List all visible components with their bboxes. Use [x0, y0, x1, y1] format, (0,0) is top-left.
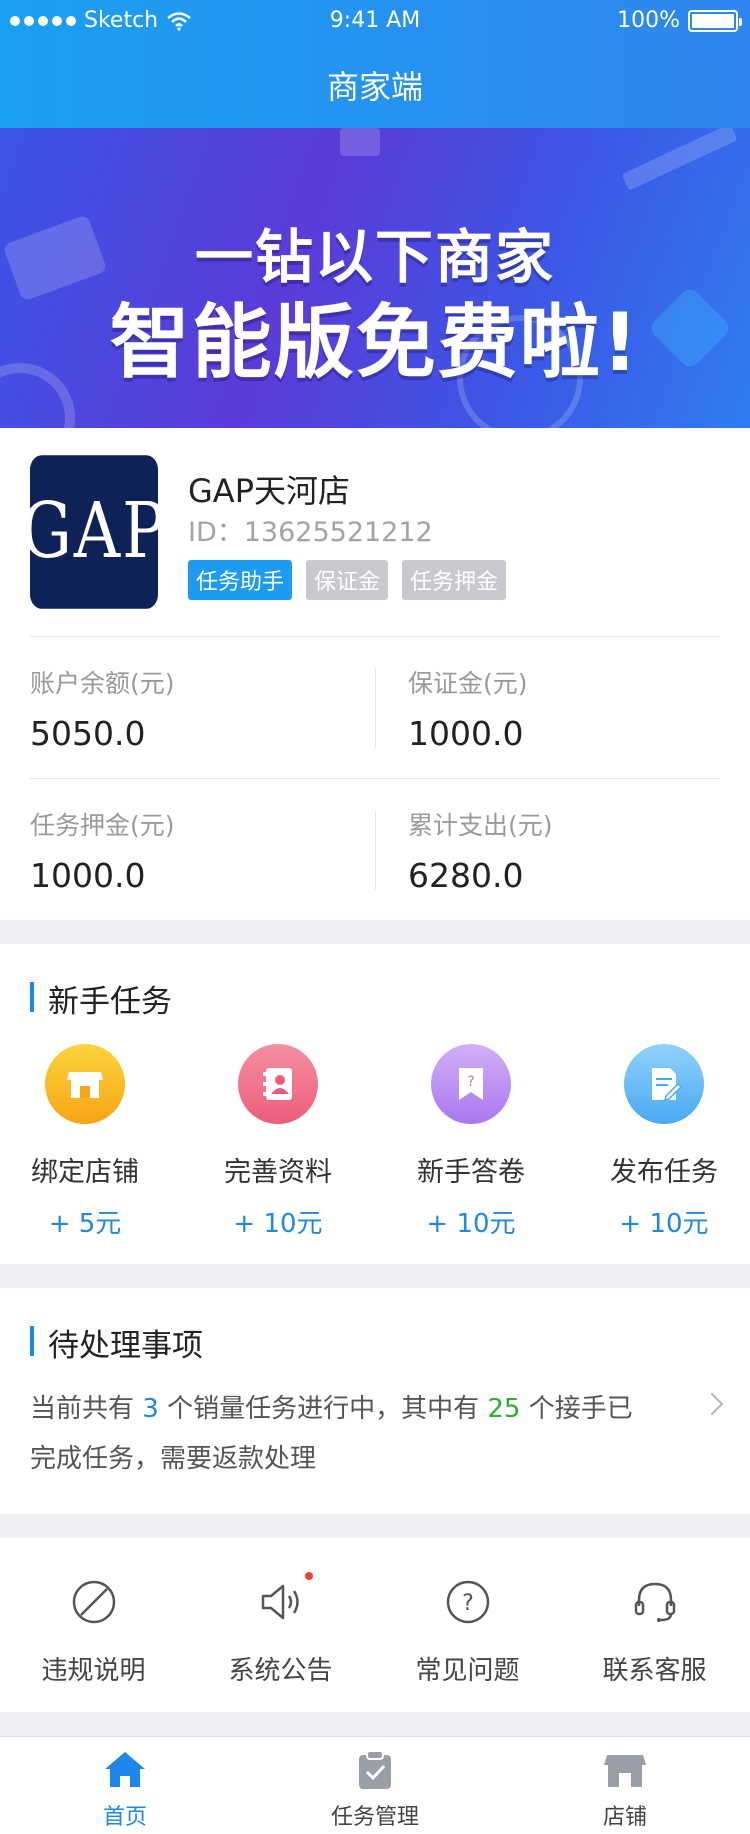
stat-value: 6280.0 [408, 856, 524, 895]
task-reward: + 10元 [619, 1209, 709, 1239]
promo-banner[interactable]: 一钻以下商家 智能版免费啦! [0, 128, 750, 428]
section-title: 待处理事项 [30, 1320, 203, 1365]
divider [375, 810, 376, 890]
completed-task-count: 25 [487, 1394, 521, 1424]
task-label: 绑定店铺 [31, 1157, 139, 1188]
newbie-tasks-section: 新手任务 绑定店铺 + 5元 完善资料 + 10元 ? 新手答卷 + 10元 发… [0, 944, 750, 1264]
battery-label: 100% [617, 8, 680, 33]
task-reward: + 10元 [233, 1209, 323, 1239]
home-icon [102, 1747, 148, 1793]
tab-task-management[interactable]: 任务管理 [250, 1747, 500, 1831]
tab-label: 任务管理 [330, 1805, 419, 1830]
store-logo: GAP [21, 455, 165, 609]
stat-guarantee[interactable]: 保证金(元) 1000.0 [408, 664, 728, 753]
stat-label: 累计支出(元) [408, 811, 553, 840]
stat-label: 保证金(元) [408, 669, 528, 698]
store-tags: 任务助手 保证金 任务押金 [188, 560, 507, 600]
store-name: GAP天河店 [188, 472, 350, 510]
task-publish[interactable]: 发布任务 + 10元 [579, 1044, 749, 1240]
stat-value: 5050.0 [30, 714, 146, 753]
svg-text:?: ? [462, 1591, 474, 1616]
stat-total-spend[interactable]: 累计支出(元) 6280.0 [408, 806, 728, 895]
question-bookmark-icon: ? [431, 1044, 511, 1124]
store-card: GAP GAP天河店 ID：13625521212 任务助手 保证金 任务押金 … [0, 428, 750, 920]
quick-faq[interactable]: ? 常见问题 [374, 1578, 561, 1687]
tag-task-assistant[interactable]: 任务助手 [188, 560, 293, 600]
ongoing-task-count: 3 [142, 1394, 159, 1424]
task-complete-profile[interactable]: 完善资料 + 10元 [193, 1044, 363, 1240]
stat-label: 账户余额(元) [30, 669, 175, 698]
pending-text-part: 当前共有 [30, 1394, 143, 1424]
task-label: 完善资料 [224, 1157, 332, 1188]
shop-icon [602, 1747, 648, 1793]
quick-customer-service[interactable]: 联系客服 [561, 1578, 748, 1687]
tab-home[interactable]: 首页 [0, 1747, 250, 1831]
headset-icon [631, 1578, 679, 1626]
task-label: 发布任务 [610, 1157, 718, 1188]
tab-shop[interactable]: 店铺 [500, 1747, 750, 1831]
status-bar: Sketch 9:41 AM 100% [0, 0, 750, 44]
question-circle-icon: ? [444, 1578, 492, 1626]
tab-label: 首页 [102, 1805, 147, 1830]
quick-label: 常见问题 [415, 1656, 520, 1686]
svg-text:?: ? [467, 1074, 474, 1090]
quick-label: 系统公告 [228, 1656, 333, 1686]
quick-label: 违规说明 [41, 1656, 146, 1686]
store-icon [45, 1044, 125, 1124]
quick-announcements[interactable]: 系统公告 [187, 1572, 374, 1687]
store-id: ID：13625521212 [188, 517, 433, 548]
task-bind-store[interactable]: 绑定店铺 + 5元 [0, 1044, 170, 1240]
document-edit-icon [624, 1044, 704, 1124]
clipboard-icon [352, 1747, 398, 1793]
quick-violation-rules[interactable]: 违规说明 [0, 1578, 187, 1687]
divider [30, 636, 720, 637]
profile-book-icon [238, 1044, 318, 1124]
bottom-tab-bar: 首页 任务管理 店铺 [0, 1736, 750, 1834]
task-reward: + 5元 [48, 1209, 122, 1239]
chevron-right-icon[interactable] [700, 1392, 724, 1416]
notification-dot [304, 1572, 313, 1580]
stat-value: 1000.0 [30, 856, 146, 895]
divider [375, 668, 376, 748]
task-newbie-quiz[interactable]: ? 新手答卷 + 10元 [386, 1044, 556, 1240]
banner-subheadline: 智能版免费啦! [109, 296, 641, 389]
pending-message: 当前共有 3 个销量任务进行中，其中有 25 个接手已完成任务，需要返款处理 [30, 1384, 640, 1484]
page-title: 商家端 [326, 68, 423, 106]
app-header: Sketch 9:41 AM 100% 商家端 [0, 0, 750, 128]
task-reward: + 10元 [426, 1209, 516, 1239]
speaker-icon [257, 1572, 313, 1626]
battery-icon [688, 9, 742, 32]
pending-text-part: 个销量任务进行中，其中有 [158, 1394, 488, 1424]
tab-label: 店铺 [602, 1805, 647, 1830]
section-title: 新手任务 [30, 976, 172, 1021]
status-right: 100% [617, 8, 742, 33]
pending-section[interactable]: 待处理事项 当前共有 3 个销量任务进行中，其中有 25 个接手已完成任务，需要… [0, 1288, 750, 1514]
tag-task-deposit[interactable]: 任务押金 [402, 560, 507, 600]
tag-deposit[interactable]: 保证金 [306, 560, 389, 600]
task-label: 新手答卷 [417, 1157, 525, 1188]
divider [30, 778, 720, 779]
quick-label: 联系客服 [602, 1656, 707, 1686]
stat-balance[interactable]: 账户余额(元) 5050.0 [30, 664, 350, 753]
stat-task-deposit[interactable]: 任务押金(元) 1000.0 [30, 806, 350, 895]
stat-label: 任务押金(元) [30, 811, 175, 840]
stat-value: 1000.0 [408, 714, 524, 753]
forbidden-icon [70, 1578, 118, 1626]
quick-links-section: 违规说明 系统公告 ? 常见问题 联系客服 [0, 1538, 750, 1712]
